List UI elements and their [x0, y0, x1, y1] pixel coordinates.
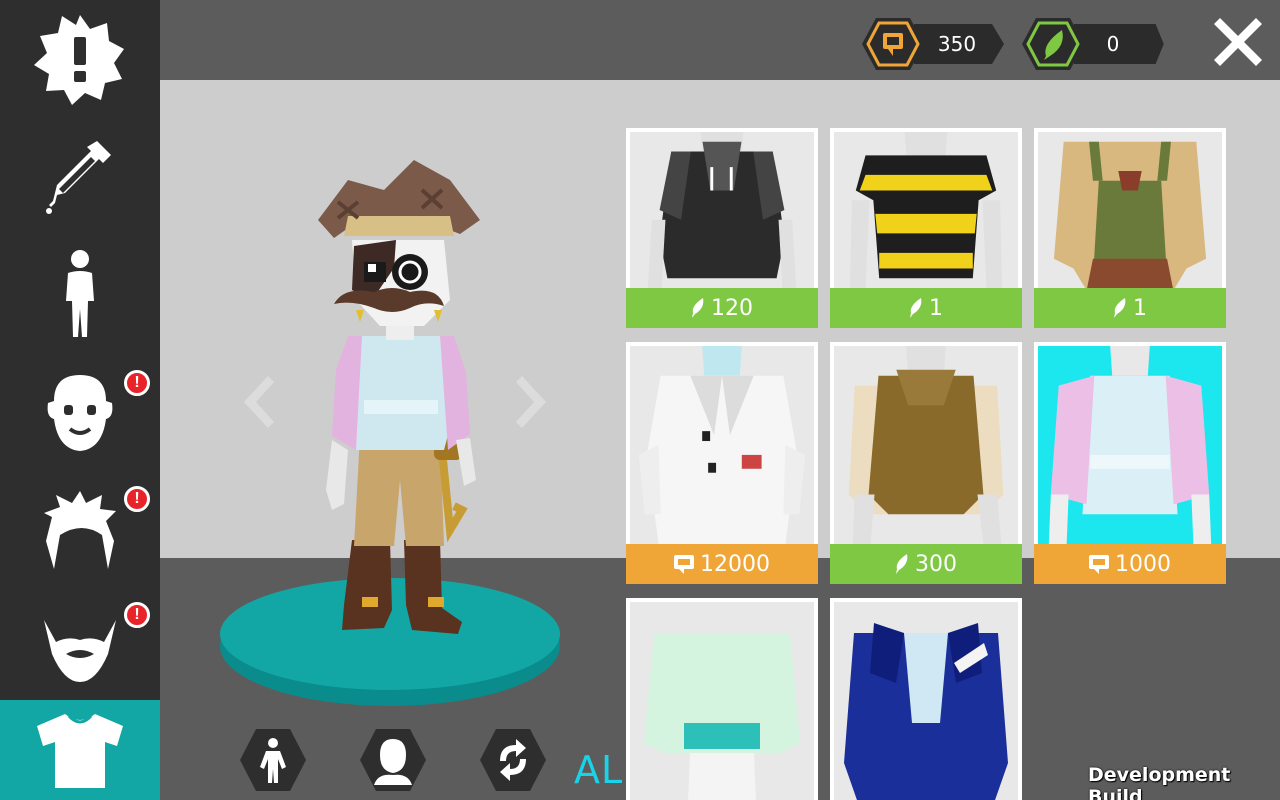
coin-screen-icon [1089, 555, 1109, 574]
alert-badge-icon [34, 15, 124, 105]
item-brown-hooded-vest[interactable]: 300 [830, 342, 1022, 584]
hair-icon [44, 491, 116, 569]
full-body-view-icon[interactable] [238, 727, 308, 793]
item-thumbnail [1038, 132, 1222, 288]
item-thumbnail [834, 132, 1018, 288]
sidebar-item-beard[interactable]: ! [0, 590, 160, 708]
item-price: 1 [830, 288, 1022, 328]
brown-hooded-vest-preview [848, 346, 1004, 544]
hair-new-badge: ! [124, 486, 150, 512]
item-price-value: 120 [711, 295, 753, 321]
item-pink-cardigan[interactable]: 1000 [1034, 342, 1226, 584]
rotate-icon[interactable] [478, 727, 548, 793]
item-thumbnail [630, 132, 814, 288]
head-view-icon[interactable] [358, 727, 428, 793]
item-white-lab-coat[interactable]: 12000 [626, 342, 818, 584]
sidebar-item-face[interactable]: ! [0, 354, 160, 472]
item-thumbnail [630, 346, 814, 544]
body-silhouette-icon [66, 250, 94, 337]
item-price: 300 [830, 544, 1022, 584]
development-build-label: Development Build [1088, 764, 1231, 800]
feather-icon [910, 298, 922, 318]
item-blue-jacket[interactable] [830, 598, 1022, 800]
item-price-value: 1000 [1115, 551, 1171, 577]
character-preview [220, 160, 560, 706]
shirt-icon [37, 714, 123, 788]
white-lab-coat-preview [638, 346, 806, 544]
blue-jacket-preview [844, 603, 1008, 800]
sidebar-item-shirt[interactable] [0, 700, 160, 800]
item-thumbnail [630, 602, 814, 800]
sidebar-item-color-picker[interactable] [0, 118, 160, 236]
item-mint-sweater[interactable] [626, 598, 818, 800]
item-thumbnail [834, 346, 1018, 544]
sidebar-item-body[interactable] [0, 236, 160, 354]
sidebar-item-alert[interactable] [0, 0, 160, 118]
feather-icon [896, 554, 908, 574]
item-bee-striped-shirt[interactable]: 1 [830, 128, 1022, 328]
beard-icon [44, 620, 116, 682]
category-sidebar: ! ! ! [0, 0, 160, 800]
close-icon[interactable] [1212, 16, 1264, 68]
beard-new-badge: ! [124, 602, 150, 628]
coin-screen-icon [862, 18, 924, 70]
item-price: 12000 [626, 544, 818, 584]
mint-sweater-preview [644, 603, 800, 800]
item-price: 120 [626, 288, 818, 328]
feather-icon [1022, 18, 1084, 70]
item-price-value: 1 [929, 295, 943, 321]
coin-screen-icon [674, 555, 694, 574]
black-hoodie-vest-preview [647, 132, 797, 288]
sidebar-item-hair[interactable]: ! [0, 472, 160, 590]
green-overalls-preview [1053, 141, 1207, 288]
item-black-hoodie-vest[interactable]: 120 [626, 128, 818, 328]
item-price-value: 1 [1133, 295, 1147, 321]
bee-striped-shirt-preview [849, 132, 1003, 288]
eyedropper-icon [46, 141, 111, 214]
item-price-value: 12000 [700, 551, 770, 577]
item-green-overalls[interactable]: 1 [1034, 128, 1226, 328]
feather-icon [1114, 298, 1126, 318]
item-price-value: 300 [915, 551, 957, 577]
item-price: 1 [1034, 288, 1226, 328]
face-icon [47, 375, 113, 451]
item-thumbnail-selected [1038, 346, 1222, 544]
pink-cardigan-preview [1048, 346, 1212, 544]
feather-amount: 0 [1106, 32, 1120, 56]
face-new-badge: ! [124, 370, 150, 396]
item-price: 1000 [1034, 544, 1226, 584]
coin-amount: 350 [937, 32, 977, 56]
item-thumbnail [834, 602, 1018, 800]
feather-icon [692, 298, 704, 318]
